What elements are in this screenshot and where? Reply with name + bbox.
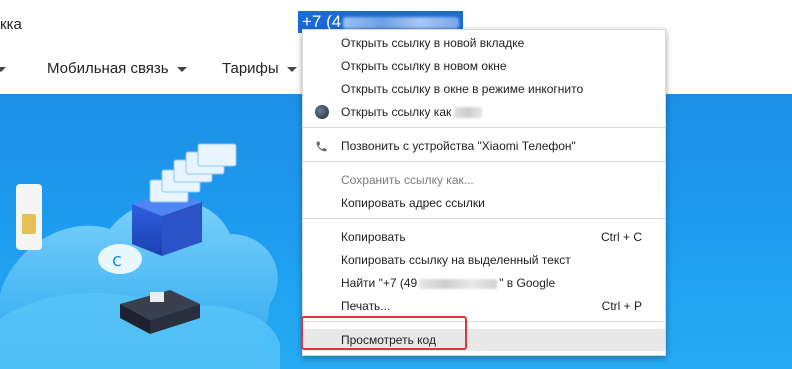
menu-separator xyxy=(303,127,665,128)
menu-item-label: Открыть ссылку в новом окне xyxy=(341,59,507,73)
menu-separator xyxy=(303,161,665,162)
menu-item-save-link-as: Сохранить ссылку как... xyxy=(303,169,665,191)
menu-item-label: Копировать ссылку на выделенный текст xyxy=(341,253,571,267)
nav-item-tariffs[interactable]: Тарифы xyxy=(222,60,297,77)
chevron-down-icon xyxy=(176,66,187,72)
menu-item-print[interactable]: Печать... Ctrl + P xyxy=(303,295,665,317)
menu-item-label-prefix: Найти "+7 (49 xyxy=(341,276,418,290)
menu-item-label: Сохранить ссылку как... xyxy=(341,173,474,187)
menu-item-copy-link-address[interactable]: Копировать адрес ссылки xyxy=(303,192,665,214)
menu-item-label-suffix: " в Google xyxy=(499,276,556,290)
menu-item-label: Копировать xyxy=(341,230,406,244)
highlight-box-inspect xyxy=(301,316,467,350)
menu-item-label: Печать... xyxy=(341,299,391,313)
menu-item-label: Копировать адрес ссылки xyxy=(341,196,485,210)
svg-text:c: c xyxy=(112,250,122,271)
nav-item-mobile[interactable]: Мобильная связь xyxy=(47,60,187,77)
menu-item-label: Открыть ссылку в окне в режиме инкогнито xyxy=(341,82,584,96)
menu-item-label-wrap: Открыть ссылку как xyxy=(341,101,483,123)
site-title: кка xyxy=(0,16,22,33)
nav-dropdown-partial[interactable] xyxy=(0,60,6,77)
chat-bubble-icon: c xyxy=(98,244,142,274)
menu-item-label: Позвонить с устройства "Xiaomi Телефон" xyxy=(341,139,576,153)
redacted-profile-name xyxy=(454,107,483,119)
chevron-down-icon xyxy=(0,66,6,72)
profile-avatar-icon xyxy=(315,105,329,119)
shortcut-copy: Ctrl + C xyxy=(600,230,642,244)
nav-item-label: Тарифы xyxy=(222,60,279,77)
shortcut-print: Ctrl + P xyxy=(601,299,642,313)
sim-card-icon xyxy=(16,184,42,250)
chevron-down-icon xyxy=(286,66,297,72)
context-menu: Открыть ссылку в новой вкладке Открыть с… xyxy=(302,29,666,356)
menu-separator xyxy=(303,218,665,219)
menu-item-label: Открыть ссылку как xyxy=(341,105,452,119)
redacted-phone-number xyxy=(419,278,498,289)
menu-item-call-from-device[interactable]: Позвонить с устройства "Xiaomi Телефон" xyxy=(303,135,665,157)
redacted-phone-digits xyxy=(343,16,460,29)
nav-item-label: Мобильная связь xyxy=(47,60,169,77)
data-cards-icon xyxy=(149,143,237,203)
menu-item-open-incognito[interactable]: Открыть ссылку в окне в режиме инкогнито xyxy=(303,78,665,100)
menu-item-open-new-tab[interactable]: Открыть ссылку в новой вкладке xyxy=(303,32,665,54)
menu-item-open-new-window[interactable]: Открыть ссылку в новом окне xyxy=(303,55,665,77)
phone-icon xyxy=(316,141,327,152)
menu-item-copy-link-to-highlight[interactable]: Копировать ссылку на выделенный текст xyxy=(303,249,665,271)
menu-item-copy[interactable]: Копировать Ctrl + C xyxy=(303,226,665,248)
menu-item-search-google[interactable]: Найти "+7 (49 " в Google xyxy=(303,272,665,294)
menu-item-label-wrap: Найти "+7 (49 " в Google xyxy=(341,272,555,294)
menu-item-label: Открыть ссылку в новой вкладке xyxy=(341,36,525,50)
menu-item-open-as-profile[interactable]: Открыть ссылку как xyxy=(303,101,665,123)
